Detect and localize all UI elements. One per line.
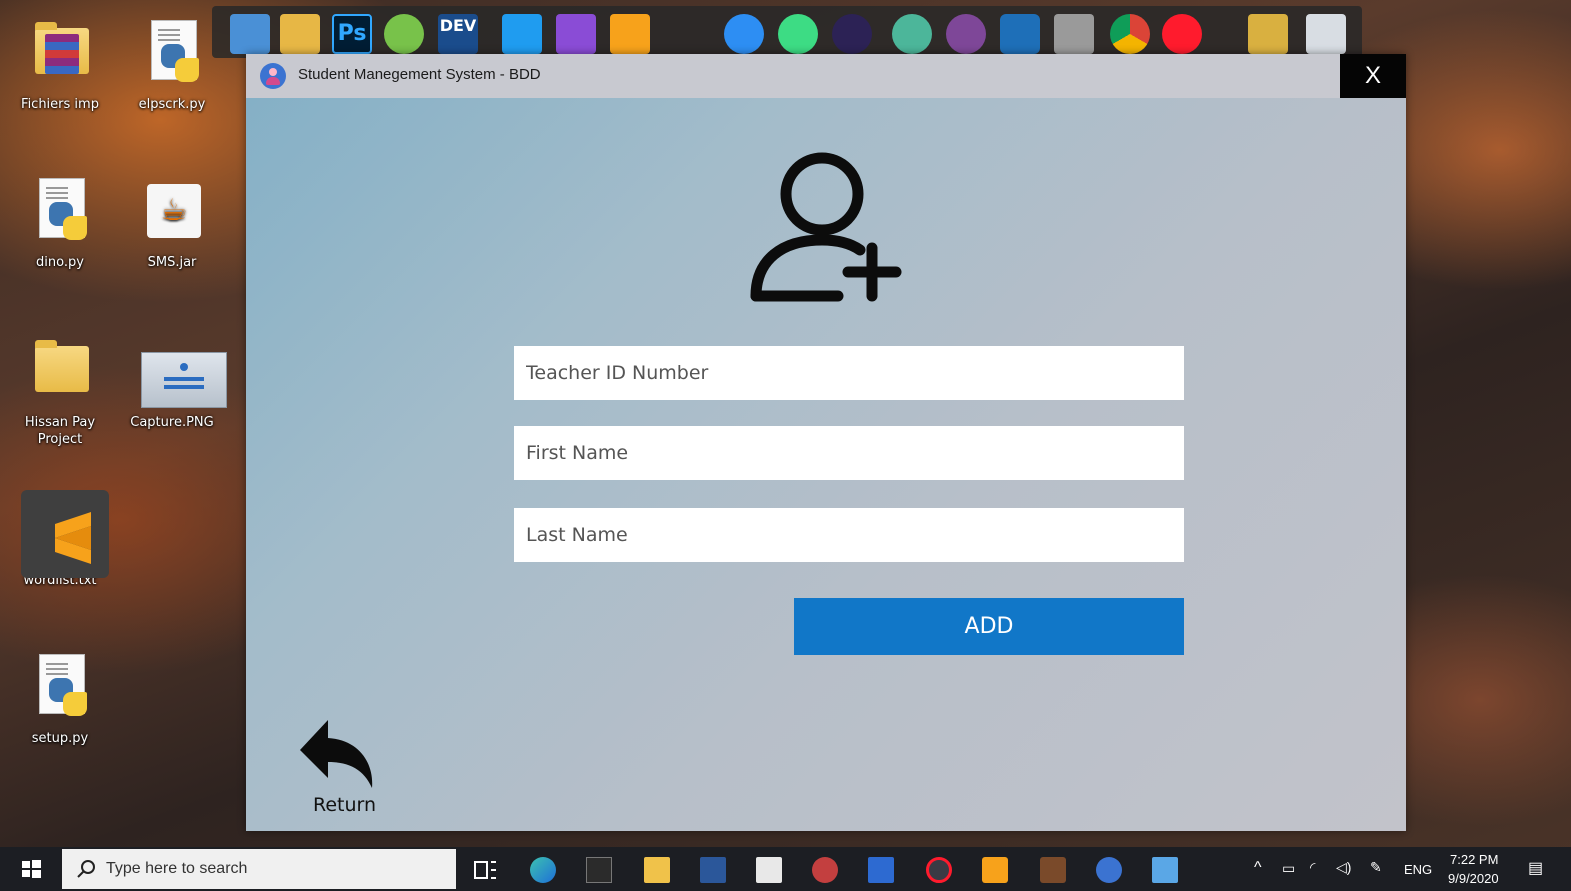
python-file-icon <box>141 20 203 92</box>
student-management-taskbar-icon[interactable] <box>1096 857 1122 883</box>
taskbar: Type here to search ^ ▭ ◜ ◁) ✎ ENG 7:22 … <box>0 847 1571 891</box>
desktop-icon-capture-png[interactable]: Capture.PNG <box>122 338 227 431</box>
photoshop-icon[interactable]: Ps <box>332 14 372 54</box>
image-file-icon <box>141 338 227 410</box>
desktop-icon-sms-jar[interactable]: ☕ SMS.jar <box>122 178 222 271</box>
battery-icon[interactable]: ▭ <box>1282 860 1295 877</box>
desktop-icon-wordlist[interactable]: wordlist.txt <box>10 490 110 589</box>
vscode-icon[interactable] <box>502 14 542 54</box>
virtualbox-icon[interactable] <box>1000 14 1040 54</box>
language-indicator[interactable]: ENG <box>1404 862 1432 877</box>
store-icon[interactable] <box>756 857 782 883</box>
messenger-icon[interactable] <box>724 14 764 54</box>
notifications-icon[interactable]: ▤ <box>1528 858 1543 878</box>
desktop-icon-label: dino.py <box>36 255 84 270</box>
paint-icon[interactable] <box>812 857 838 883</box>
sublime-taskbar-icon[interactable] <box>982 857 1008 883</box>
file-explorer-icon[interactable] <box>230 14 270 54</box>
return-button[interactable]: Return <box>298 714 388 816</box>
search-placeholder: Type here to search <box>106 860 248 877</box>
chrome-icon[interactable] <box>1110 14 1150 54</box>
atom-icon[interactable] <box>892 14 932 54</box>
sms-app-icon[interactable] <box>1040 857 1066 883</box>
opera-icon[interactable] <box>1162 14 1202 54</box>
sublime-text-file-icon <box>21 490 109 578</box>
search-icon <box>77 860 95 878</box>
desktop-icon-elpscrk[interactable]: elpscrk.py <box>122 20 222 113</box>
opera-taskbar-icon[interactable] <box>926 857 952 883</box>
dev-cpp-icon[interactable]: DEV <box>438 14 478 54</box>
add-user-icon <box>750 152 902 302</box>
file-explorer-taskbar-icon[interactable] <box>644 857 670 883</box>
desktop-icon-dino[interactable]: dino.py <box>10 178 110 271</box>
desktop-icon-label: Capture.PNG <box>130 415 214 430</box>
clock-date[interactable]: 9/9/2020 <box>1448 871 1499 886</box>
python-file-icon <box>29 178 91 250</box>
desktop-icon-label: Fichiers imp <box>21 97 99 112</box>
tor-icon[interactable] <box>946 14 986 54</box>
winrar-archive-icon <box>29 20 91 92</box>
wifi-icon[interactable]: ◜ <box>1310 859 1315 876</box>
clock-time[interactable]: 7:22 PM <box>1450 852 1498 867</box>
first-name-field[interactable] <box>514 426 1184 480</box>
desktop-icon-label: Hissan Pay Project <box>24 415 96 447</box>
edge-icon[interactable] <box>530 857 556 883</box>
add-button[interactable]: ADD <box>794 598 1184 655</box>
downloads-folder-icon[interactable] <box>280 14 320 54</box>
recycle-bin-icon[interactable] <box>1306 14 1346 54</box>
photos-icon[interactable] <box>1152 857 1178 883</box>
task-view-icon[interactable] <box>472 857 498 883</box>
teacher-id-field[interactable] <box>514 346 1184 400</box>
desktop-icon-setup[interactable]: setup.py <box>10 654 110 747</box>
utorrent-icon[interactable] <box>384 14 424 54</box>
pen-icon[interactable]: ✎ <box>1370 859 1382 876</box>
android-studio-icon[interactable] <box>778 14 818 54</box>
window-title: Student Manegement System - BDD <box>298 66 541 83</box>
desktop-icon-label: setup.py <box>31 731 89 746</box>
desktop: Fichiers imp elpscrk.py dino.py ☕ SMS.ja… <box>0 0 1571 891</box>
word-icon[interactable] <box>700 857 726 883</box>
return-label: Return <box>313 794 377 816</box>
powershell-icon[interactable] <box>868 857 894 883</box>
pickaxe-icon[interactable] <box>1248 14 1288 54</box>
taskbar-search-box[interactable]: Type here to search <box>62 849 456 889</box>
folder-icon <box>29 338 91 410</box>
return-arrow-icon <box>300 720 373 788</box>
last-name-field[interactable] <box>514 508 1184 562</box>
terminal-icon[interactable] <box>586 857 612 883</box>
app-dock: Ps DEV <box>212 6 1362 58</box>
windows-start-icon[interactable] <box>0 847 62 891</box>
show-hidden-icons-icon[interactable]: ^ <box>1254 859 1262 877</box>
java-file-icon: ☕ <box>141 178 203 250</box>
volume-icon[interactable]: ◁) <box>1336 859 1351 876</box>
python-file-icon <box>29 654 91 726</box>
app-logo-icon <box>260 63 286 89</box>
desktop-icon-fichiers-imp[interactable]: Fichiers imp <box>10 20 110 113</box>
title-bar[interactable]: Student Manegement System - BDD X <box>246 54 1406 98</box>
desktop-icon-hissan-pay-project[interactable]: Hissan Pay Project <box>10 338 110 448</box>
close-button[interactable]: X <box>1340 54 1406 98</box>
eclipse-icon[interactable] <box>832 14 872 54</box>
sublime-icon[interactable] <box>610 14 650 54</box>
desktop-icon-label: elpscrk.py <box>138 97 206 112</box>
desktop-icon-label: SMS.jar <box>147 255 197 270</box>
student-management-window: Student Manegement System - BDD X ADD Re… <box>246 54 1406 831</box>
tools-icon[interactable] <box>1054 14 1094 54</box>
visual-studio-icon[interactable] <box>556 14 596 54</box>
